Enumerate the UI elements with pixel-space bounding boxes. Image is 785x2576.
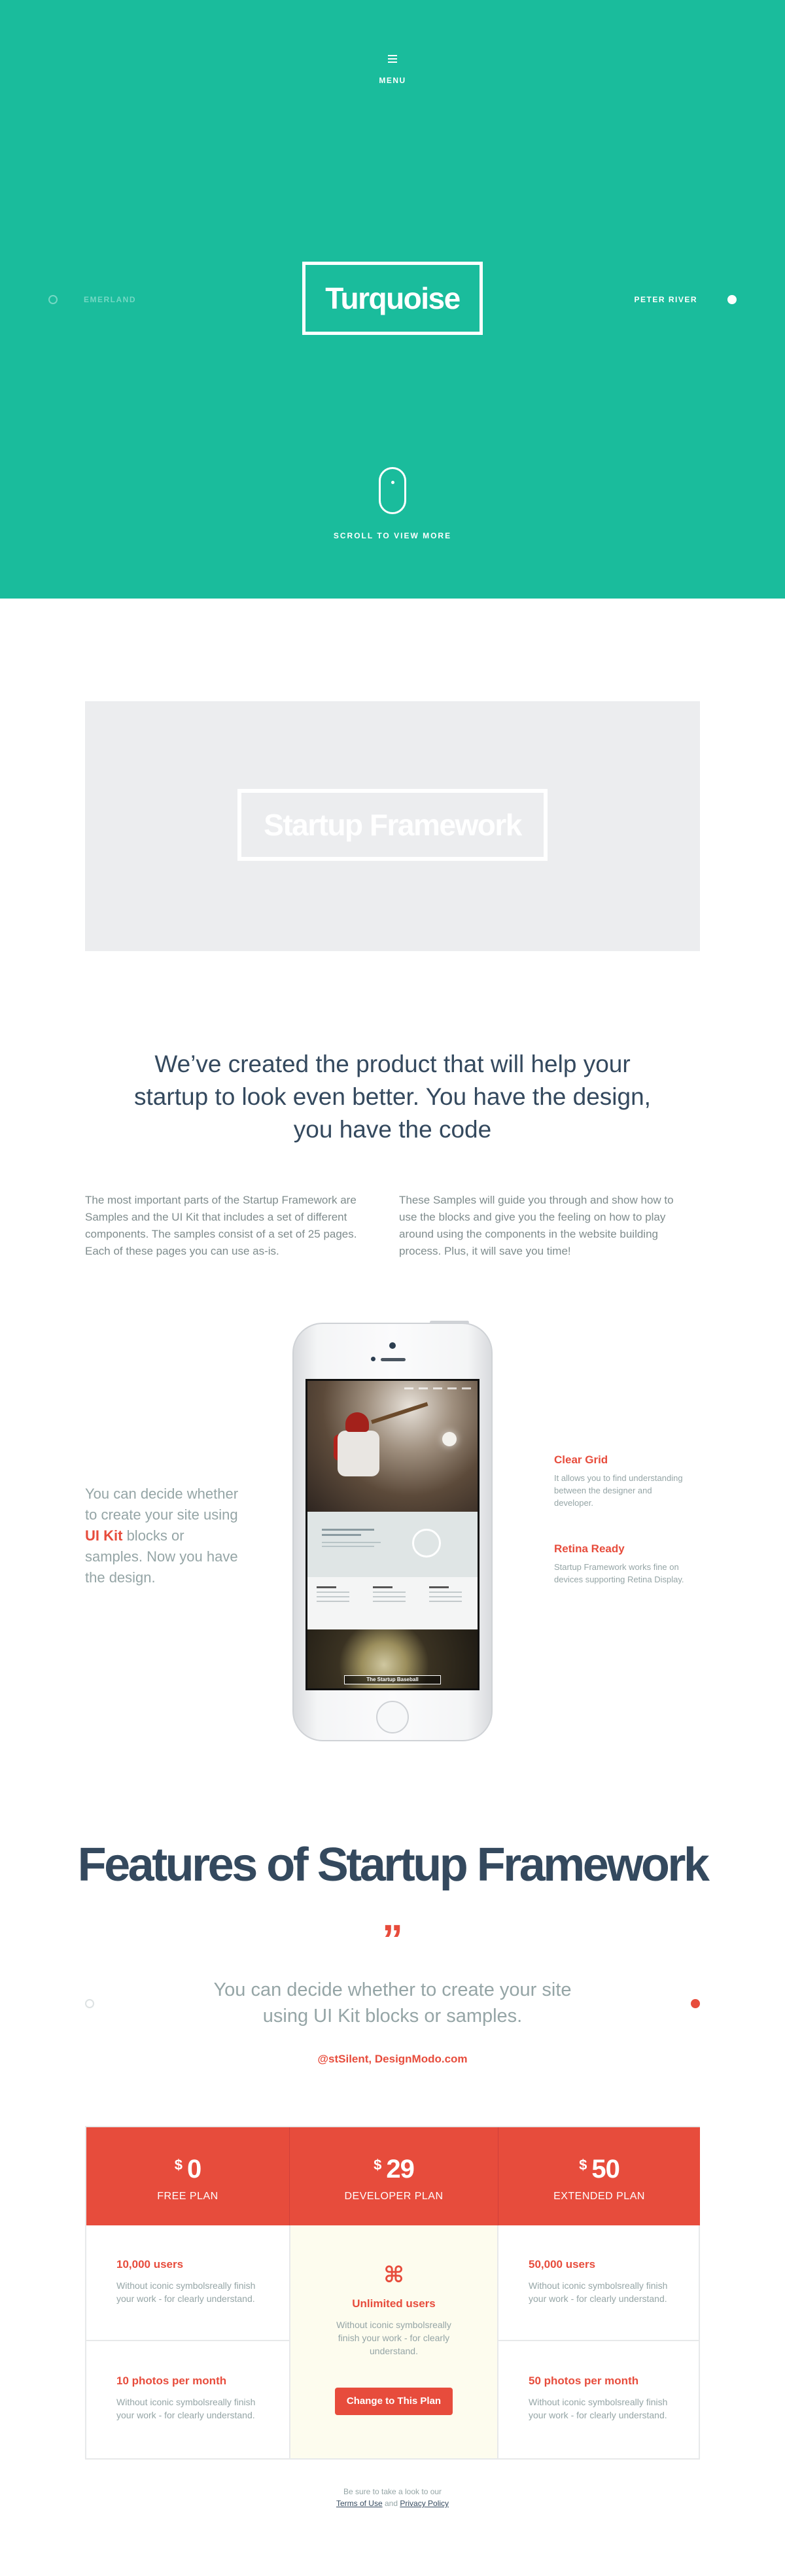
testimonial-author: @stSilent, DesignModo.com bbox=[317, 2053, 468, 2065]
scroll-hint: SCROLL TO VIEW MORE bbox=[333, 531, 452, 540]
feature-text: Startup Framework works fine on devices … bbox=[554, 1562, 684, 1584]
hero-title: Turquoise bbox=[302, 262, 483, 335]
feature-title: Retina Ready bbox=[554, 1542, 625, 1555]
menu-button[interactable]: MENU bbox=[366, 55, 419, 96]
plan-name: EXTENDED PLAN bbox=[553, 2191, 645, 2202]
intro-column-right: These Samples will guide you through and… bbox=[399, 1194, 674, 1257]
phone-screen: The Startup Baseball bbox=[305, 1379, 480, 1690]
privacy-link[interactable]: Privacy Policy bbox=[400, 2499, 449, 2508]
feature-title: Clear Grid bbox=[554, 1453, 608, 1466]
feature-retina-ready: Retina Ready Startup Framework works fin… bbox=[554, 1542, 685, 1586]
camera-icon bbox=[389, 1342, 396, 1349]
intro-column-left: The most important parts of the Startup … bbox=[85, 1194, 357, 1257]
circle-filled-icon bbox=[727, 295, 737, 304]
feature-clear-grid: Clear Grid It allows you to find underst… bbox=[554, 1453, 685, 1509]
circle-outline-icon bbox=[48, 295, 58, 304]
testimonial-next[interactable] bbox=[691, 1999, 700, 2008]
plan-price: 50 bbox=[591, 2155, 619, 2184]
menu-label: MENU bbox=[379, 76, 406, 85]
prev-slide-link[interactable]: EMERLAND bbox=[48, 293, 136, 306]
circle-filled-icon bbox=[691, 1999, 700, 2008]
infinity-icon bbox=[412, 1529, 441, 1558]
plan-feature: 10 photos per month Without iconic symbo… bbox=[116, 2375, 256, 2420]
plan-name: FREE PLAN bbox=[157, 2191, 218, 2202]
plan-name: DEVELOPER PLAN bbox=[344, 2191, 444, 2202]
pricing-table: $0 FREE PLAN $29 DEVELOPER PLAN $50 EXTE… bbox=[85, 2126, 700, 2460]
next-slide-link[interactable]: PETER RIVER bbox=[634, 293, 737, 306]
change-plan-button[interactable]: Change to This Plan bbox=[335, 2388, 453, 2415]
command-icon: ⌘ bbox=[383, 2263, 404, 2288]
ui-kit-link[interactable]: UI Kit bbox=[85, 1527, 122, 1544]
plan-header-free: $0 FREE PLAN bbox=[86, 2127, 289, 2225]
plan-feature: 10,000 users Without iconic symbolsreall… bbox=[116, 2258, 256, 2304]
plan-feature-text: Without iconic symbolsreally finish your… bbox=[336, 2320, 451, 2356]
plan-header-developer: $29 DEVELOPER PLAN bbox=[289, 2127, 498, 2225]
features-title: Features of Startup Framework bbox=[77, 1839, 710, 1891]
next-slide-label: PETER RIVER bbox=[634, 295, 697, 304]
plan-header-extended: $50 EXTENDED PLAN bbox=[498, 2127, 700, 2225]
plan-feature: 50 photos per month Without iconic symbo… bbox=[529, 2375, 668, 2420]
plan-feature-title: Unlimited users bbox=[352, 2297, 436, 2310]
quote-icon: ” bbox=[382, 1916, 403, 1963]
footer-note: Be sure to take a look to our Terms of U… bbox=[336, 2487, 449, 2508]
circle-outline-icon bbox=[85, 1999, 94, 2008]
plan-body-developer: ⌘ Unlimited users Without iconic symbols… bbox=[289, 2225, 498, 2458]
plan-price: 0 bbox=[187, 2155, 201, 2184]
iphone-mockup: The Startup Baseball bbox=[292, 1321, 493, 1741]
home-button bbox=[376, 1701, 409, 1733]
hamburger-icon bbox=[388, 55, 397, 63]
plan-feature: 50,000 users Without iconic symbolsreall… bbox=[529, 2258, 668, 2304]
intro-headline: We’ve created the product that will help… bbox=[134, 1051, 651, 1143]
prev-slide-label: EMERLAND bbox=[84, 295, 136, 304]
banner-title: Startup Framework bbox=[237, 789, 548, 861]
baseball-photo-bottom: The Startup Baseball bbox=[307, 1629, 478, 1688]
screen-caption: The Startup Baseball bbox=[344, 1675, 441, 1684]
mouse-scroll-icon[interactable] bbox=[379, 467, 406, 514]
phone-side-text: You can decide whether to create your si… bbox=[85, 1486, 239, 1586]
hero-section: MENU EMERLAND Turquoise PETER RIVER SCRO… bbox=[0, 0, 785, 599]
image-placeholder: Startup Framework bbox=[85, 701, 700, 951]
testimonial-prev[interactable] bbox=[85, 1999, 94, 2008]
baseball-photo bbox=[307, 1381, 478, 1512]
feature-text: It allows you to find understanding betw… bbox=[554, 1473, 683, 1508]
plan-price: 29 bbox=[386, 2155, 414, 2184]
testimonial-quote: You can decide whether to create your si… bbox=[213, 1979, 572, 2027]
terms-link[interactable]: Terms of Use bbox=[336, 2499, 383, 2508]
